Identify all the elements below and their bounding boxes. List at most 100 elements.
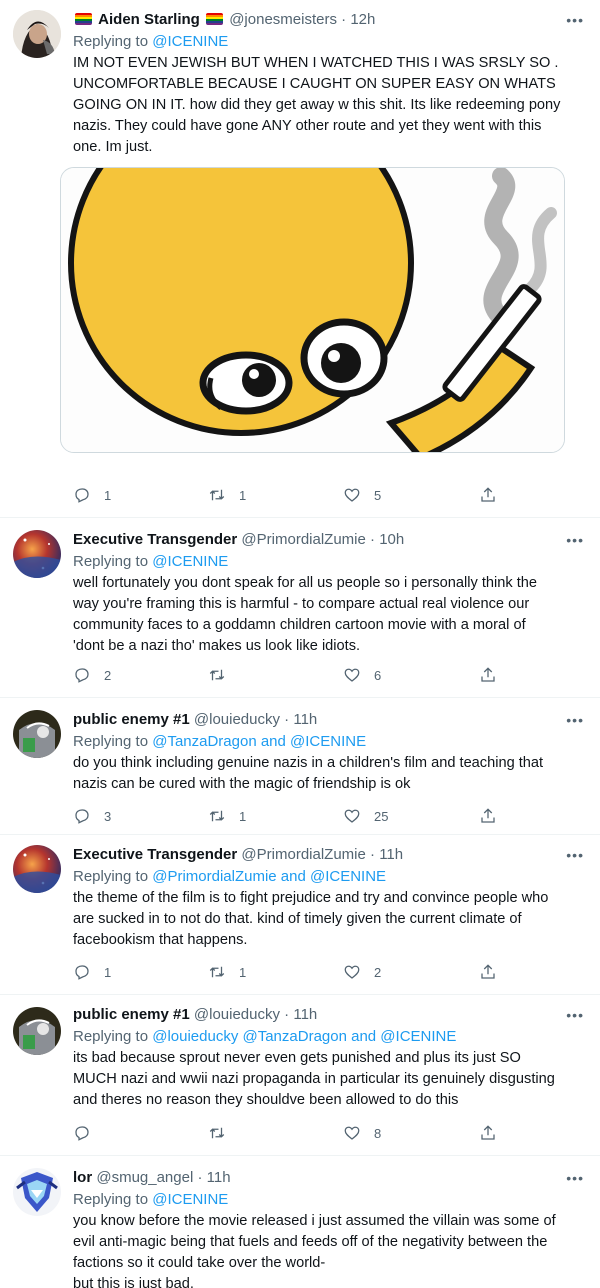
more-icon[interactable]: ••• [566, 710, 584, 730]
share-button[interactable] [479, 485, 497, 505]
separator-dot: · [197, 1169, 203, 1186]
share-icon [481, 667, 495, 682]
tweet-text: you know before the movie released i jus… [73, 1211, 586, 1288]
retweet-icon [209, 669, 225, 681]
tweet[interactable]: public enemy #1 @louieducky · 11h ••• Re… [0, 698, 600, 835]
like-icon [344, 809, 360, 823]
share-button[interactable] [479, 962, 497, 982]
more-icon[interactable]: ••• [566, 10, 584, 30]
avatar[interactable] [13, 530, 61, 578]
timestamp[interactable]: 11h [379, 846, 403, 863]
share-button[interactable] [479, 1123, 497, 1143]
timestamp[interactable]: 12h [350, 11, 375, 28]
reply-button[interactable] [73, 1123, 104, 1143]
user-handle[interactable]: @smug_angel [96, 1169, 193, 1186]
tweet[interactable]: Executive Transgender @PrimordialZumie ·… [0, 835, 600, 995]
like-count: 6 [374, 667, 382, 683]
more-icon[interactable]: ••• [566, 530, 584, 550]
separator-dot: · [341, 11, 347, 28]
display-name[interactable]: Executive Transgender [73, 846, 237, 863]
reply-count: 3 [104, 808, 112, 824]
replying-to-link[interactable]: @ICENINE [152, 553, 228, 570]
user-handle[interactable]: @jonesmeisters [229, 11, 337, 28]
display-name[interactable]: Aiden Starling [98, 11, 200, 28]
retweet-icon [209, 1127, 225, 1139]
like-button[interactable]: 6 [343, 665, 381, 685]
retweet-icon [209, 810, 225, 822]
user-handle[interactable]: @louieducky [194, 711, 280, 728]
replying-to-link[interactable]: @ICENINE [152, 1191, 228, 1208]
reply-button[interactable]: 3 [73, 806, 111, 826]
like-button[interactable]: 5 [343, 485, 381, 505]
tweet[interactable]: lor @smug_angel · 11h ••• Replying to @I… [0, 1156, 600, 1288]
tweet-text-line: but this is just bad. [73, 1276, 194, 1288]
retweet-button[interactable] [208, 1123, 239, 1143]
tweet-text-line: MUCH nazi and wwii nazi propaganda in pa… [73, 1071, 555, 1087]
display-name[interactable]: lor [73, 1169, 92, 1186]
like-icon [344, 965, 360, 979]
reply-icon [75, 668, 89, 683]
tweet-text-line: IM NOT EVEN JEWISH BUT WHEN I WATCHED TH… [73, 55, 559, 71]
like-count: 25 [374, 808, 389, 824]
tweet-media-image[interactable] [60, 167, 565, 453]
share-icon [481, 808, 495, 823]
avatar[interactable] [13, 1168, 61, 1216]
tweet-text: the theme of the film is to fight prejud… [73, 888, 586, 951]
user-handle[interactable]: @PrimordialZumie [241, 846, 365, 863]
share-icon [481, 964, 495, 979]
timestamp[interactable]: 11h [293, 711, 317, 728]
replying-to-link[interactable]: @PrimordialZumie and @ICENINE [152, 868, 386, 885]
reply-button[interactable]: 1 [73, 485, 111, 505]
like-icon [344, 1126, 360, 1140]
avatar[interactable] [13, 1007, 61, 1055]
reply-button[interactable]: 2 [73, 665, 111, 685]
like-count: 2 [374, 964, 382, 980]
user-handle[interactable]: @PrimordialZumie [241, 531, 365, 548]
tweet-actions: 1 1 2 [73, 962, 513, 982]
user-handle[interactable]: @louieducky [194, 1006, 280, 1023]
separator-dot: · [284, 1006, 290, 1023]
replying-to-link[interactable]: @ICENINE [152, 33, 228, 50]
separator-dot: · [370, 531, 376, 548]
retweet-count: 1 [239, 808, 247, 824]
tweet[interactable]: Aiden Starling @jonesmeisters · 12h ••• … [0, 0, 600, 518]
reply-icon [75, 1126, 89, 1141]
retweet-button[interactable] [208, 665, 239, 685]
more-icon[interactable]: ••• [566, 1168, 584, 1188]
tweet[interactable]: Executive Transgender @PrimordialZumie ·… [0, 518, 600, 698]
tweet-text-line: do you think including genuine nazis in … [73, 755, 544, 771]
timestamp[interactable]: 11h [293, 1006, 317, 1023]
avatar[interactable] [13, 845, 61, 893]
replying-to-label: Replying to [73, 868, 149, 885]
retweet-button[interactable]: 1 [208, 962, 246, 982]
avatar-image [13, 530, 61, 578]
share-button[interactable] [479, 665, 497, 685]
display-name[interactable]: public enemy #1 [73, 1006, 190, 1023]
like-icon [344, 488, 360, 502]
avatar-image [13, 1168, 61, 1216]
avatar[interactable] [13, 10, 61, 58]
replying-to-label: Replying to [73, 733, 149, 750]
more-icon[interactable]: ••• [566, 845, 584, 865]
timestamp[interactable]: 10h [379, 531, 404, 548]
replying-to: Replying to @louieducky @TanzaDragon and… [73, 1027, 586, 1047]
display-name[interactable]: public enemy #1 [73, 711, 190, 728]
like-button[interactable]: 25 [343, 806, 388, 826]
share-button[interactable] [479, 806, 497, 826]
like-button[interactable]: 8 [343, 1123, 381, 1143]
tweet-text-line: evil anti-magic being that fuels and fee… [73, 1234, 548, 1250]
separator-dot: · [370, 846, 376, 863]
more-icon[interactable]: ••• [566, 1005, 584, 1025]
avatar[interactable] [13, 710, 61, 758]
display-name[interactable]: Executive Transgender [73, 531, 237, 548]
like-button[interactable]: 2 [343, 962, 381, 982]
replying-to-link[interactable]: @TanzaDragon and @ICENINE [152, 733, 366, 750]
reply-button[interactable]: 1 [73, 962, 111, 982]
tweet[interactable]: public enemy #1 @louieducky · 11h ••• Re… [0, 995, 600, 1156]
retweet-button[interactable]: 1 [208, 485, 246, 505]
retweet-button[interactable]: 1 [208, 806, 246, 826]
timestamp[interactable]: 11h [207, 1169, 231, 1186]
tweet-text-line: facebookism that happens. [73, 932, 248, 948]
replying-to-link[interactable]: @louieducky @TanzaDragon and @ICENINE [152, 1028, 456, 1045]
reply-icon [75, 965, 89, 980]
